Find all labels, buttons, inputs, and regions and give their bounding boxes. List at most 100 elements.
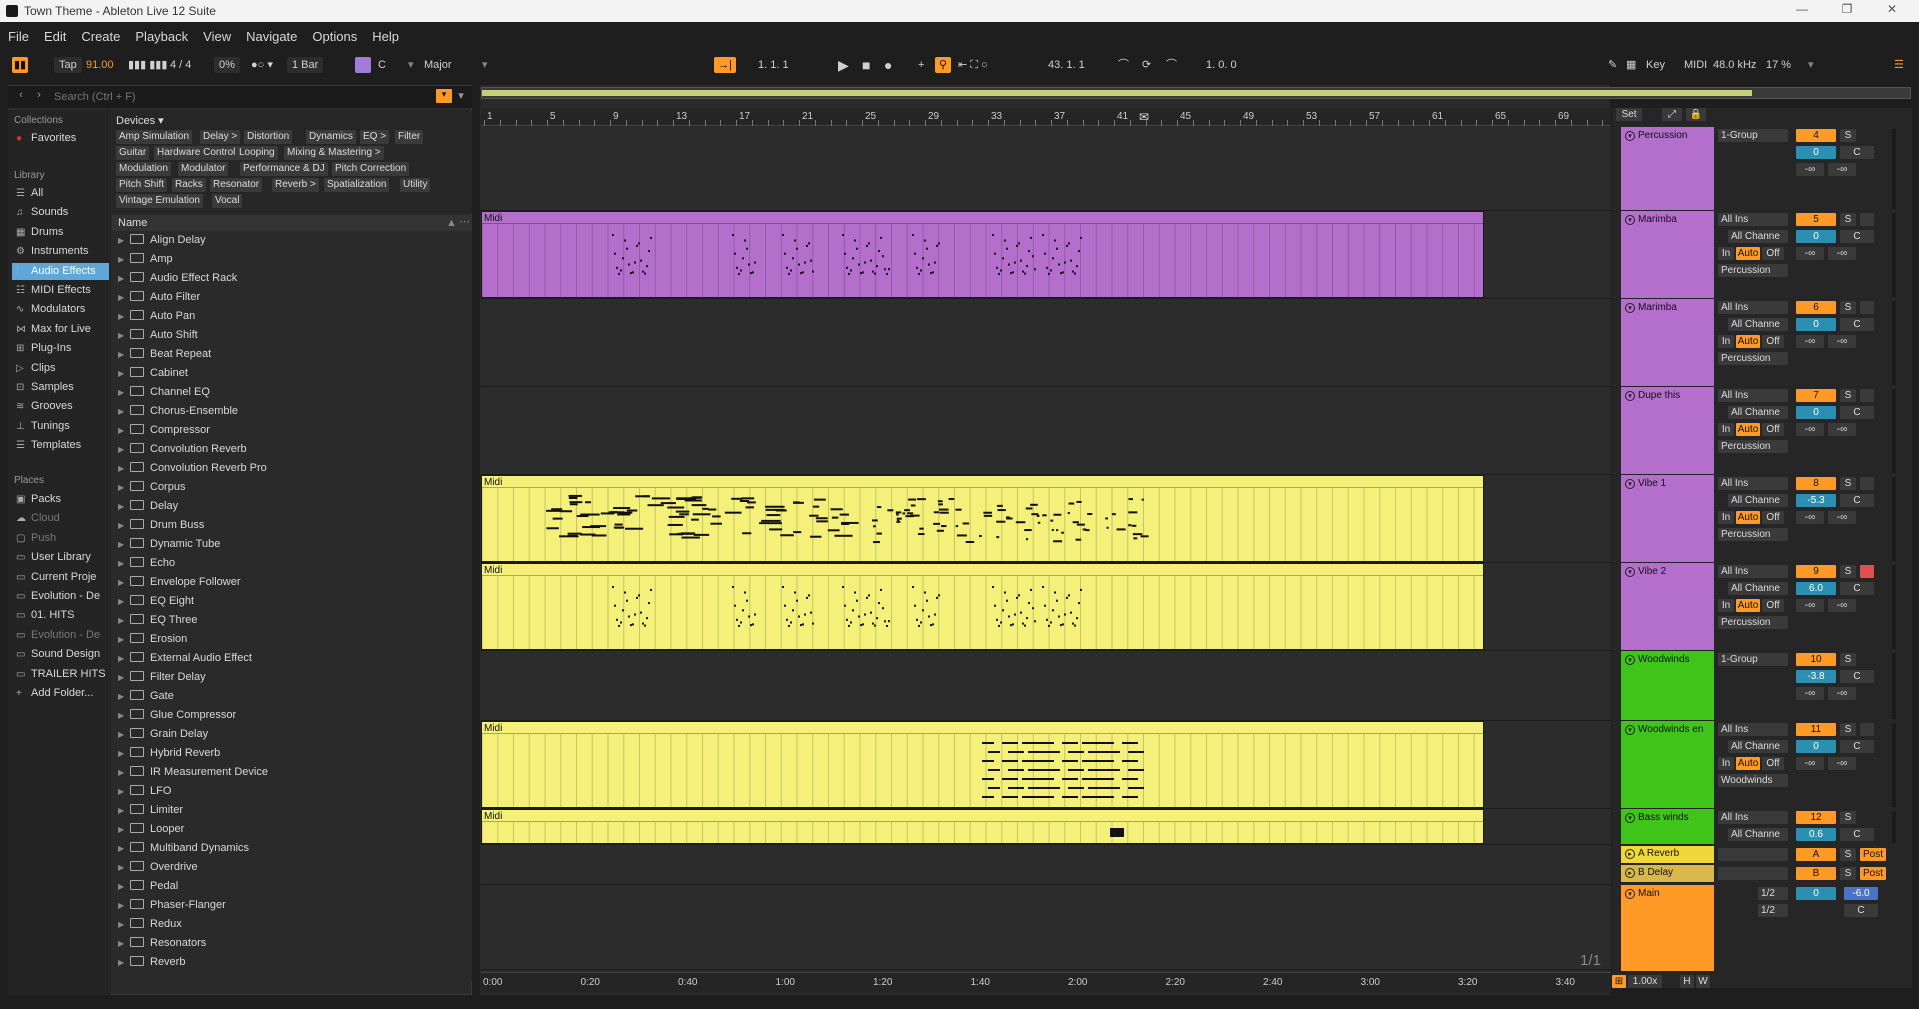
- track-header[interactable]: ▾ Dupe this: [1621, 387, 1714, 475]
- output-select[interactable]: Percussion: [1718, 528, 1788, 541]
- name-column-header[interactable]: Name: [118, 217, 147, 229]
- solo-button[interactable]: S: [1840, 867, 1856, 880]
- list-item[interactable]: ▶ Cabinet: [112, 364, 472, 383]
- arm-icon[interactable]: [1860, 723, 1874, 736]
- menu-options[interactable]: Options: [312, 29, 357, 44]
- peak-left[interactable]: -∞: [1796, 247, 1824, 260]
- solo-button[interactable]: S: [1840, 653, 1856, 666]
- places-item-10[interactable]: + Add Folder...: [12, 685, 109, 702]
- track-activator[interactable]: 10: [1796, 653, 1836, 666]
- pan-field[interactable]: C: [1840, 740, 1874, 753]
- places-item-6[interactable]: ▭ 01. HITS: [12, 607, 109, 624]
- list-item[interactable]: ▶ Convolution Reverb: [112, 440, 472, 459]
- volume-field[interactable]: -5.3: [1796, 494, 1836, 507]
- monitor-off-button[interactable]: Off: [1762, 757, 1784, 770]
- list-item[interactable]: ▶ Delay: [112, 497, 472, 516]
- loop-mode-icon[interactable]: ⊞: [1612, 975, 1626, 988]
- solo-button[interactable]: S: [1840, 811, 1856, 824]
- expand-triangle-icon[interactable]: ▶: [118, 478, 128, 497]
- list-item[interactable]: ▶ Audio Effect Rack: [112, 269, 472, 288]
- track-activator[interactable]: 5: [1796, 213, 1836, 226]
- sidebar-item-tunings[interactable]: ⊥ Tunings: [12, 418, 109, 435]
- volume-field[interactable]: 0: [1796, 318, 1836, 331]
- device-tag[interactable]: Mixing & Mastering >: [284, 146, 384, 160]
- fold-icon[interactable]: ▾: [1625, 131, 1635, 141]
- maximize-button[interactable]: ❐: [1830, 2, 1864, 20]
- input-type-select[interactable]: All Ins: [1718, 565, 1788, 578]
- track-header[interactable]: ▾ Bass winds: [1621, 809, 1714, 845]
- midi-clip[interactable]: Midi: [481, 563, 1484, 650]
- input-channel-select[interactable]: All Channe: [1728, 230, 1788, 243]
- input-channel-select[interactable]: All Channe: [1728, 740, 1788, 753]
- list-item[interactable]: ▶ Resonators: [112, 934, 472, 953]
- solo-button[interactable]: S: [1840, 301, 1856, 314]
- expand-triangle-icon[interactable]: ▶: [118, 801, 128, 820]
- list-item[interactable]: ▶ Pedal: [112, 877, 472, 896]
- expand-triangle-icon[interactable]: ▶: [118, 592, 128, 611]
- key-select[interactable]: C: [378, 57, 386, 73]
- expand-triangle-icon[interactable]: ▶: [118, 953, 128, 972]
- sidebar-item-modulators[interactable]: ∿ Modulators: [12, 301, 109, 318]
- device-tag[interactable]: Dynamics: [306, 130, 356, 144]
- track-header[interactable]: ▾ Marimba: [1621, 299, 1714, 387]
- places-item-7[interactable]: ▭ Evolution - De: [12, 627, 109, 644]
- solo-button[interactable]: S: [1840, 477, 1856, 490]
- list-item[interactable]: ▶ Reverb: [112, 953, 472, 972]
- scale-select[interactable]: Major: [424, 57, 452, 73]
- track-name[interactable]: ▾ Marimba: [1625, 214, 1713, 225]
- list-item[interactable]: ▶ Convolution Reverb Pro: [112, 459, 472, 478]
- expand-triangle-icon[interactable]: ▶: [118, 516, 128, 535]
- return-activator[interactable]: B: [1796, 867, 1836, 880]
- peak-left[interactable]: -∞: [1796, 599, 1824, 612]
- arm-icon[interactable]: [1860, 477, 1874, 490]
- pan-field[interactable]: C: [1840, 406, 1874, 419]
- time-signature[interactable]: 4 / 4: [170, 57, 191, 73]
- main-track-header[interactable]: ▾ Main: [1621, 885, 1714, 972]
- input-type-select[interactable]: All Ins: [1718, 811, 1788, 824]
- monitor-in-button[interactable]: In: [1718, 511, 1734, 524]
- list-item[interactable]: ▶ Erosion: [112, 630, 472, 649]
- peak-right[interactable]: -∞: [1828, 599, 1856, 612]
- song-position[interactable]: 1. 1. 1: [758, 57, 789, 73]
- input-type-select[interactable]: All Ins: [1718, 723, 1788, 736]
- list-item[interactable]: ▶ Chorus-Ensemble: [112, 402, 472, 421]
- close-button[interactable]: ✕: [1875, 2, 1909, 20]
- arm-icon[interactable]: [1860, 213, 1874, 226]
- list-item[interactable]: ▶ Grain Delay: [112, 725, 472, 744]
- list-item[interactable]: ▶ Hybrid Reverb: [112, 744, 472, 763]
- pan-field[interactable]: C: [1840, 582, 1874, 595]
- expand-triangle-icon[interactable]: ▶: [118, 402, 128, 421]
- list-item[interactable]: ▶ Gate: [112, 687, 472, 706]
- track-activator[interactable]: 8: [1796, 477, 1836, 490]
- expand-triangle-icon[interactable]: ▶: [118, 288, 128, 307]
- solo-button[interactable]: S: [1840, 129, 1856, 142]
- main-pan-field[interactable]: C: [1844, 904, 1878, 917]
- input-type-select[interactable]: All Ins: [1718, 477, 1788, 490]
- monitor-in-button[interactable]: In: [1718, 247, 1734, 260]
- midi-clip[interactable]: Midi: [481, 211, 1484, 298]
- lock-icon[interactable]: 🔒: [1686, 108, 1706, 121]
- input-channel-select[interactable]: All Channe: [1728, 494, 1788, 507]
- key-map-button[interactable]: Key: [1646, 57, 1665, 73]
- volume-field[interactable]: 0: [1796, 406, 1836, 419]
- menu-edit[interactable]: Edit: [44, 29, 66, 44]
- fold-icon[interactable]: ▾: [1625, 567, 1635, 577]
- return-input-field[interactable]: [1718, 867, 1788, 880]
- fold-icon[interactable]: ▾: [1625, 303, 1635, 313]
- list-item[interactable]: ▶ Compressor: [112, 421, 472, 440]
- main-output-select-2[interactable]: 1/2: [1758, 904, 1788, 917]
- main-output-select[interactable]: 1/2: [1758, 887, 1788, 900]
- device-tag[interactable]: Pitch Correction: [332, 162, 410, 176]
- input-channel-select[interactable]: All Channe: [1728, 828, 1788, 841]
- menu-create[interactable]: Create: [81, 29, 120, 44]
- monitor-auto-button[interactable]: Auto: [1736, 247, 1760, 260]
- peak-right[interactable]: -∞: [1828, 247, 1856, 260]
- device-tag[interactable]: Guitar: [116, 146, 150, 160]
- quantize-select[interactable]: 1 Bar: [287, 57, 324, 73]
- track-header[interactable]: ▾ Percussion: [1621, 127, 1714, 211]
- list-item[interactable]: ▶ Corpus: [112, 478, 472, 497]
- follow-icon[interactable]: →|: [714, 57, 736, 73]
- return-track-name[interactable]: ▸ A Reverb: [1625, 848, 1713, 859]
- stop-icon[interactable]: ■: [862, 57, 870, 73]
- punch-out-icon[interactable]: ⌒: [1166, 57, 1177, 73]
